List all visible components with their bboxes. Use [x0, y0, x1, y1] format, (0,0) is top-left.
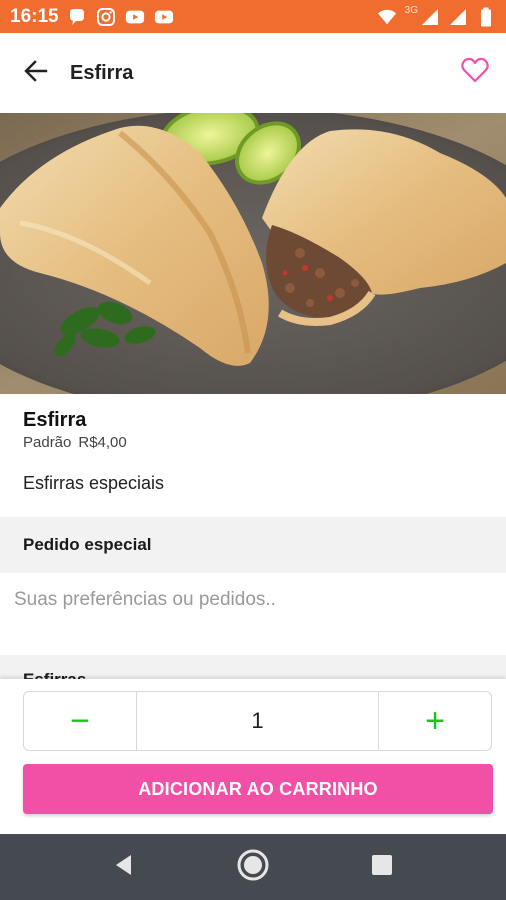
- battery-icon: [476, 7, 496, 27]
- system-icons: 3G: [377, 5, 496, 27]
- nav-home-icon: [236, 848, 270, 887]
- esfirras-section-header: Esfirras: [0, 655, 506, 679]
- minus-icon: −: [70, 701, 90, 740]
- network-type: 3G: [404, 5, 418, 16]
- plus-icon: +: [425, 701, 445, 740]
- add-to-cart-button[interactable]: ADICIONAR AO CARRINHO: [23, 764, 493, 814]
- special-order-header: Pedido especial: [0, 517, 506, 573]
- quantity-value: 1: [251, 708, 264, 733]
- special-order-title: Pedido especial: [23, 535, 152, 554]
- special-order-area: [0, 573, 506, 655]
- youtube-icon: [125, 7, 145, 27]
- product-name: Esfirra: [23, 409, 87, 431]
- special-order-input[interactable]: [14, 589, 492, 611]
- status-bar: 16:15 3G: [0, 0, 506, 33]
- product-description: Esfirras especiais: [23, 473, 165, 493]
- product-price: R$4,00: [78, 434, 127, 451]
- increase-quantity-button[interactable]: +: [378, 692, 491, 750]
- status-time: 16:15: [10, 5, 59, 27]
- cart-panel: − 1 + ADICIONAR AO CARRINHO: [0, 679, 506, 834]
- product-info: Esfirra Padrão R$4,00 Esfirras especiais: [0, 394, 506, 517]
- page-title: Esfirra: [70, 61, 134, 84]
- instagram-icon: [96, 7, 116, 27]
- app-bar: Esfirra: [0, 33, 506, 113]
- quantity-stepper: − 1 +: [23, 691, 492, 751]
- nav-home-button[interactable]: [228, 842, 278, 892]
- nav-recents-icon: [371, 854, 393, 881]
- nav-back-button[interactable]: [99, 842, 149, 892]
- youtube-icon: [154, 7, 174, 27]
- price-row: Padrão R$4,00: [23, 434, 483, 451]
- arrow-back-icon: [23, 58, 49, 89]
- esfirras-section-title: Esfirras: [23, 655, 483, 679]
- notification-icons: [67, 7, 174, 27]
- favorite-button[interactable]: [458, 55, 492, 89]
- wifi-icon: [377, 7, 397, 27]
- back-button[interactable]: [0, 33, 70, 113]
- decrease-quantity-button[interactable]: −: [24, 692, 137, 750]
- heart-outline-icon: [461, 57, 489, 88]
- nav-back-icon: [112, 853, 136, 882]
- signal-icon: [420, 7, 440, 27]
- system-nav-bar: [0, 834, 506, 900]
- size-label: Padrão: [23, 434, 72, 451]
- chat-bubble-icon: [67, 7, 87, 27]
- product-image: [0, 113, 506, 394]
- nav-recents-button[interactable]: [357, 842, 407, 892]
- signal-icon: [448, 7, 468, 27]
